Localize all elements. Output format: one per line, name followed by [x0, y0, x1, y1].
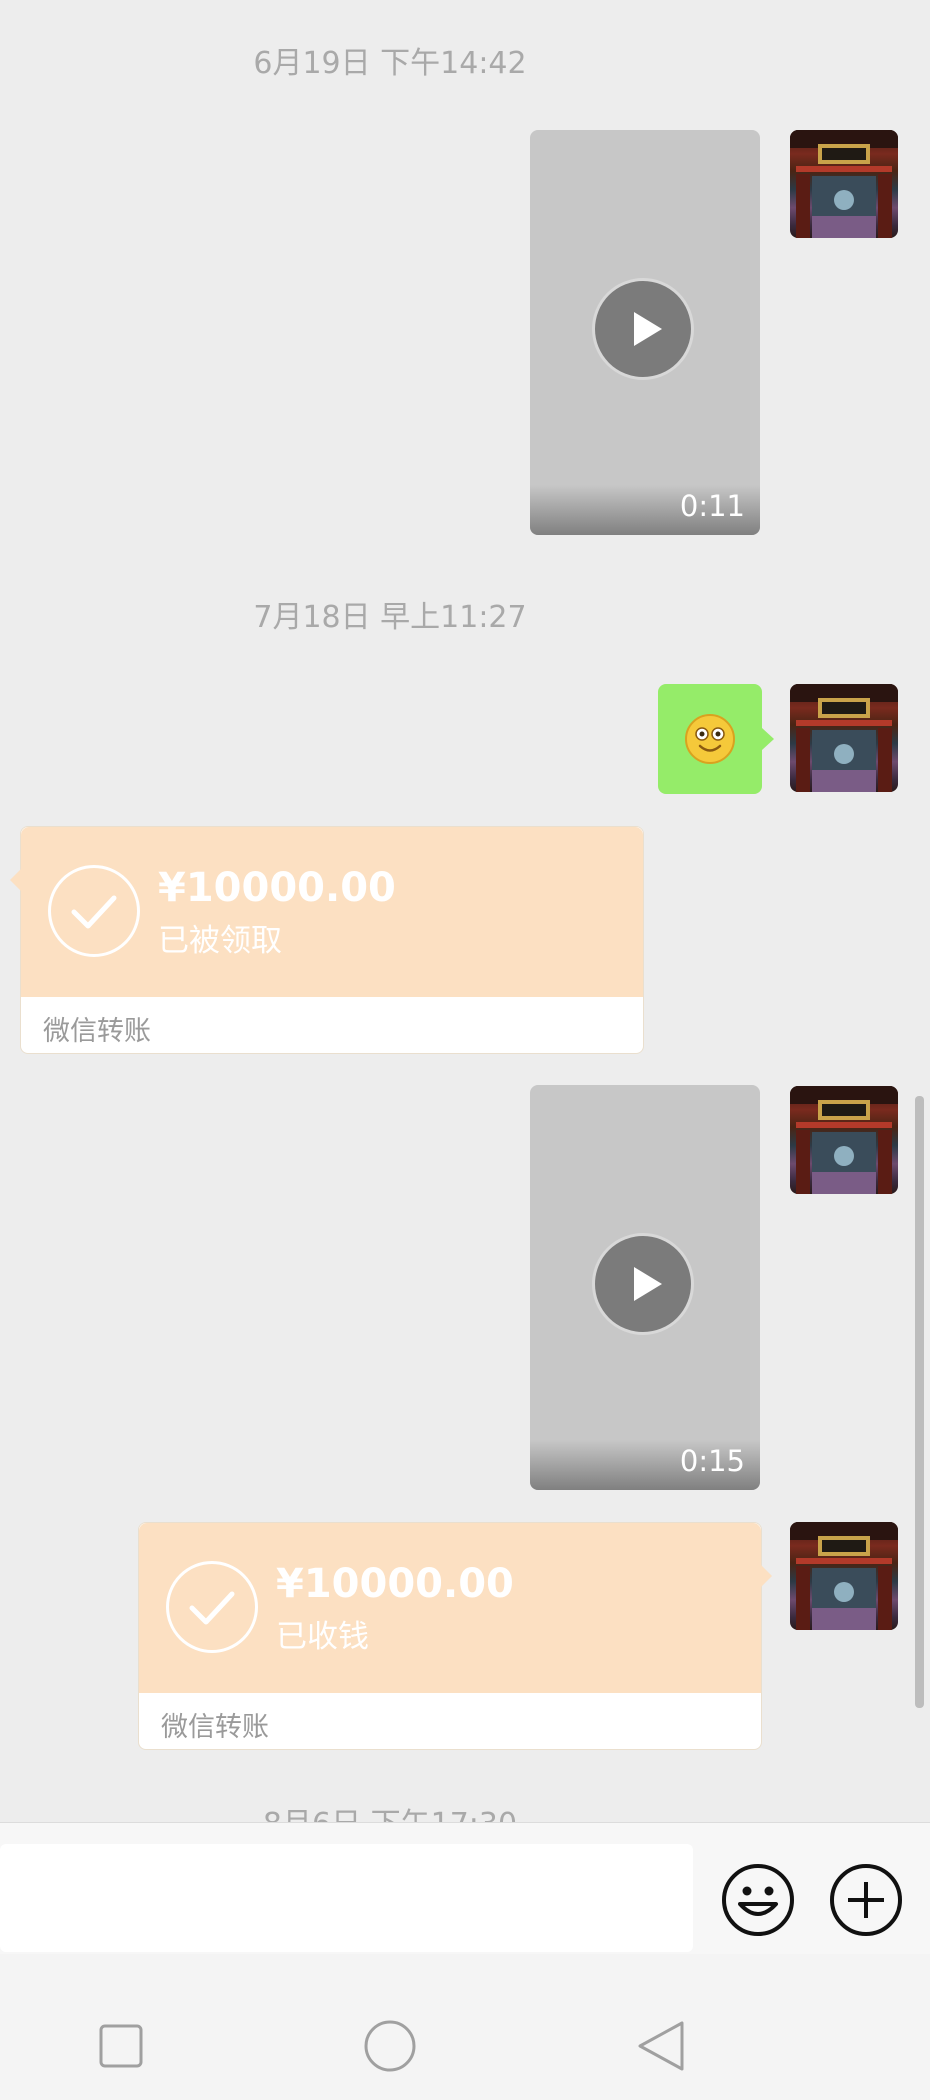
back-button[interactable] [636, 2019, 686, 2077]
play-icon[interactable] [592, 278, 694, 380]
transfer-label: 微信转账 [161, 1712, 269, 1743]
temple-avatar-image [790, 130, 898, 238]
check-circle-icon [48, 865, 140, 957]
circle-icon [364, 2020, 416, 2072]
more-button[interactable] [828, 1862, 904, 1942]
video-message[interactable]: 0:11 [530, 130, 760, 535]
avatar[interactable] [790, 1522, 898, 1630]
triangle-back-icon [638, 2021, 684, 2071]
transfer-amount: ¥10000.00 [158, 865, 396, 911]
scrollbar[interactable] [915, 1096, 924, 1708]
temple-avatar-image [790, 684, 898, 792]
smile-emoji-icon [685, 714, 735, 764]
transfer-amount: ¥10000.00 [276, 1561, 514, 1607]
temple-avatar-image [790, 1086, 898, 1194]
play-icon[interactable] [592, 1233, 694, 1335]
smiley-face-icon [722, 1864, 794, 1936]
timestamp: 7月18日 早上11:27 [253, 600, 527, 635]
home-button[interactable] [363, 2019, 417, 2077]
video-message[interactable]: 0:15 [530, 1085, 760, 1490]
video-duration: 0:15 [679, 1444, 745, 1478]
timestamp: 8月6日 下午17:30 [0, 1805, 780, 1823]
timestamp: 6月19日 下午14:42 [253, 46, 527, 81]
avatar[interactable] [790, 1086, 898, 1194]
transfer-status: 已被领取 [158, 923, 282, 959]
plus-circle-icon [830, 1864, 902, 1936]
message-input[interactable] [0, 1844, 693, 1952]
transfer-card[interactable]: ¥10000.00 已被领取 微信转账 [10, 826, 644, 1054]
emoji-message-bubble[interactable] [658, 684, 774, 794]
avatar[interactable] [790, 684, 898, 792]
square-icon [99, 2024, 143, 2068]
transfer-label: 微信转账 [43, 1016, 151, 1047]
recent-apps-button[interactable] [98, 2023, 144, 2073]
avatar[interactable] [790, 130, 898, 238]
video-duration: 0:11 [679, 489, 745, 523]
check-circle-icon [166, 1561, 258, 1653]
transfer-card[interactable]: ¥10000.00 已收钱 微信转账 [138, 1522, 772, 1750]
temple-avatar-image [790, 1522, 898, 1630]
emoji-button[interactable] [720, 1862, 796, 1942]
transfer-status: 已收钱 [276, 1619, 369, 1655]
